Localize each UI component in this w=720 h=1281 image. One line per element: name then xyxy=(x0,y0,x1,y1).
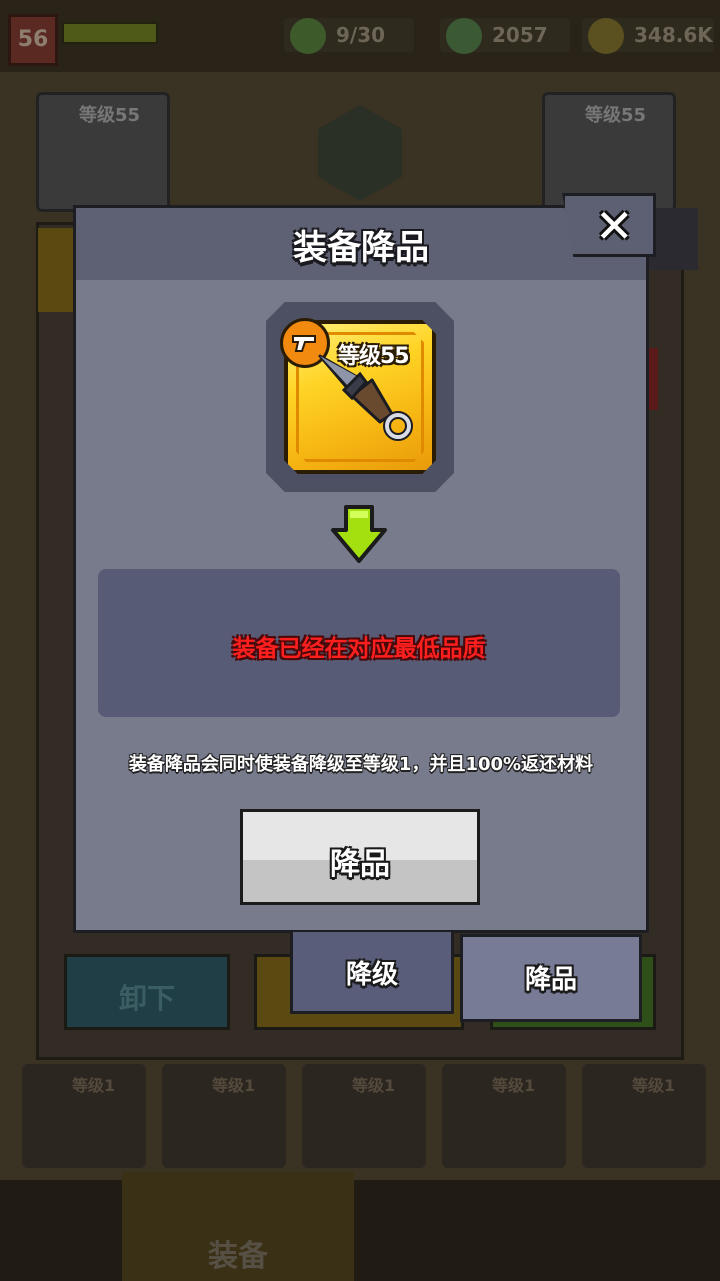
inventory-slot: 等级1 xyxy=(22,1064,146,1168)
tab-downgrade-label: 降级 xyxy=(345,960,398,990)
dialog-header: 装备降品 xyxy=(76,208,646,280)
info-text: 装备降品会同时使装备降级至等级1，并且100%返还材料 xyxy=(128,754,594,775)
xp-bar xyxy=(62,22,158,44)
gem-icon xyxy=(446,18,482,54)
coin-counter: 348.6K xyxy=(582,18,714,54)
gem-counter: 2057 xyxy=(440,18,570,54)
player-level-badge: 56 xyxy=(8,14,58,66)
inventory-slot: 等级1 xyxy=(582,1064,706,1168)
energy-icon xyxy=(290,18,326,54)
equip-slot-left: 等级55 xyxy=(36,92,170,212)
tab-downgrade[interactable]: 降级 xyxy=(290,932,454,1014)
inventory-slot: 等级1 xyxy=(442,1064,566,1168)
close-button[interactable]: ✕ xyxy=(562,193,656,257)
error-message: 装备已经在对应最低品质 xyxy=(232,636,486,662)
inventory-slot: 等级1 xyxy=(302,1064,426,1168)
bottom-nav xyxy=(0,1180,720,1281)
dialog-title: 装备降品 xyxy=(293,228,429,268)
energy-counter: 9/30 xyxy=(284,18,414,54)
nav-tab-equipment: 装备 xyxy=(122,1172,354,1281)
arrow-down-icon xyxy=(331,505,387,563)
unload-button: 卸下 xyxy=(64,954,230,1030)
close-icon: ✕ xyxy=(595,199,634,253)
inventory-slot: 等级1 xyxy=(162,1064,286,1168)
message-box: 装备已经在对应最低品质 xyxy=(98,569,620,717)
panel-accent xyxy=(38,228,78,312)
coin-icon xyxy=(588,18,624,54)
demote-confirm-button[interactable]: 降品 xyxy=(240,809,480,905)
kunai-icon xyxy=(318,354,413,441)
demote-confirm-label: 降品 xyxy=(330,847,390,882)
inventory-row: 等级1 等级1 等级1 等级1 等级1 xyxy=(0,1064,720,1174)
top-bar: 56 9/30 2057 348.6K xyxy=(0,0,720,72)
tab-demote[interactable]: 降品 xyxy=(460,934,642,1022)
tab-demote-label: 降品 xyxy=(524,965,577,995)
